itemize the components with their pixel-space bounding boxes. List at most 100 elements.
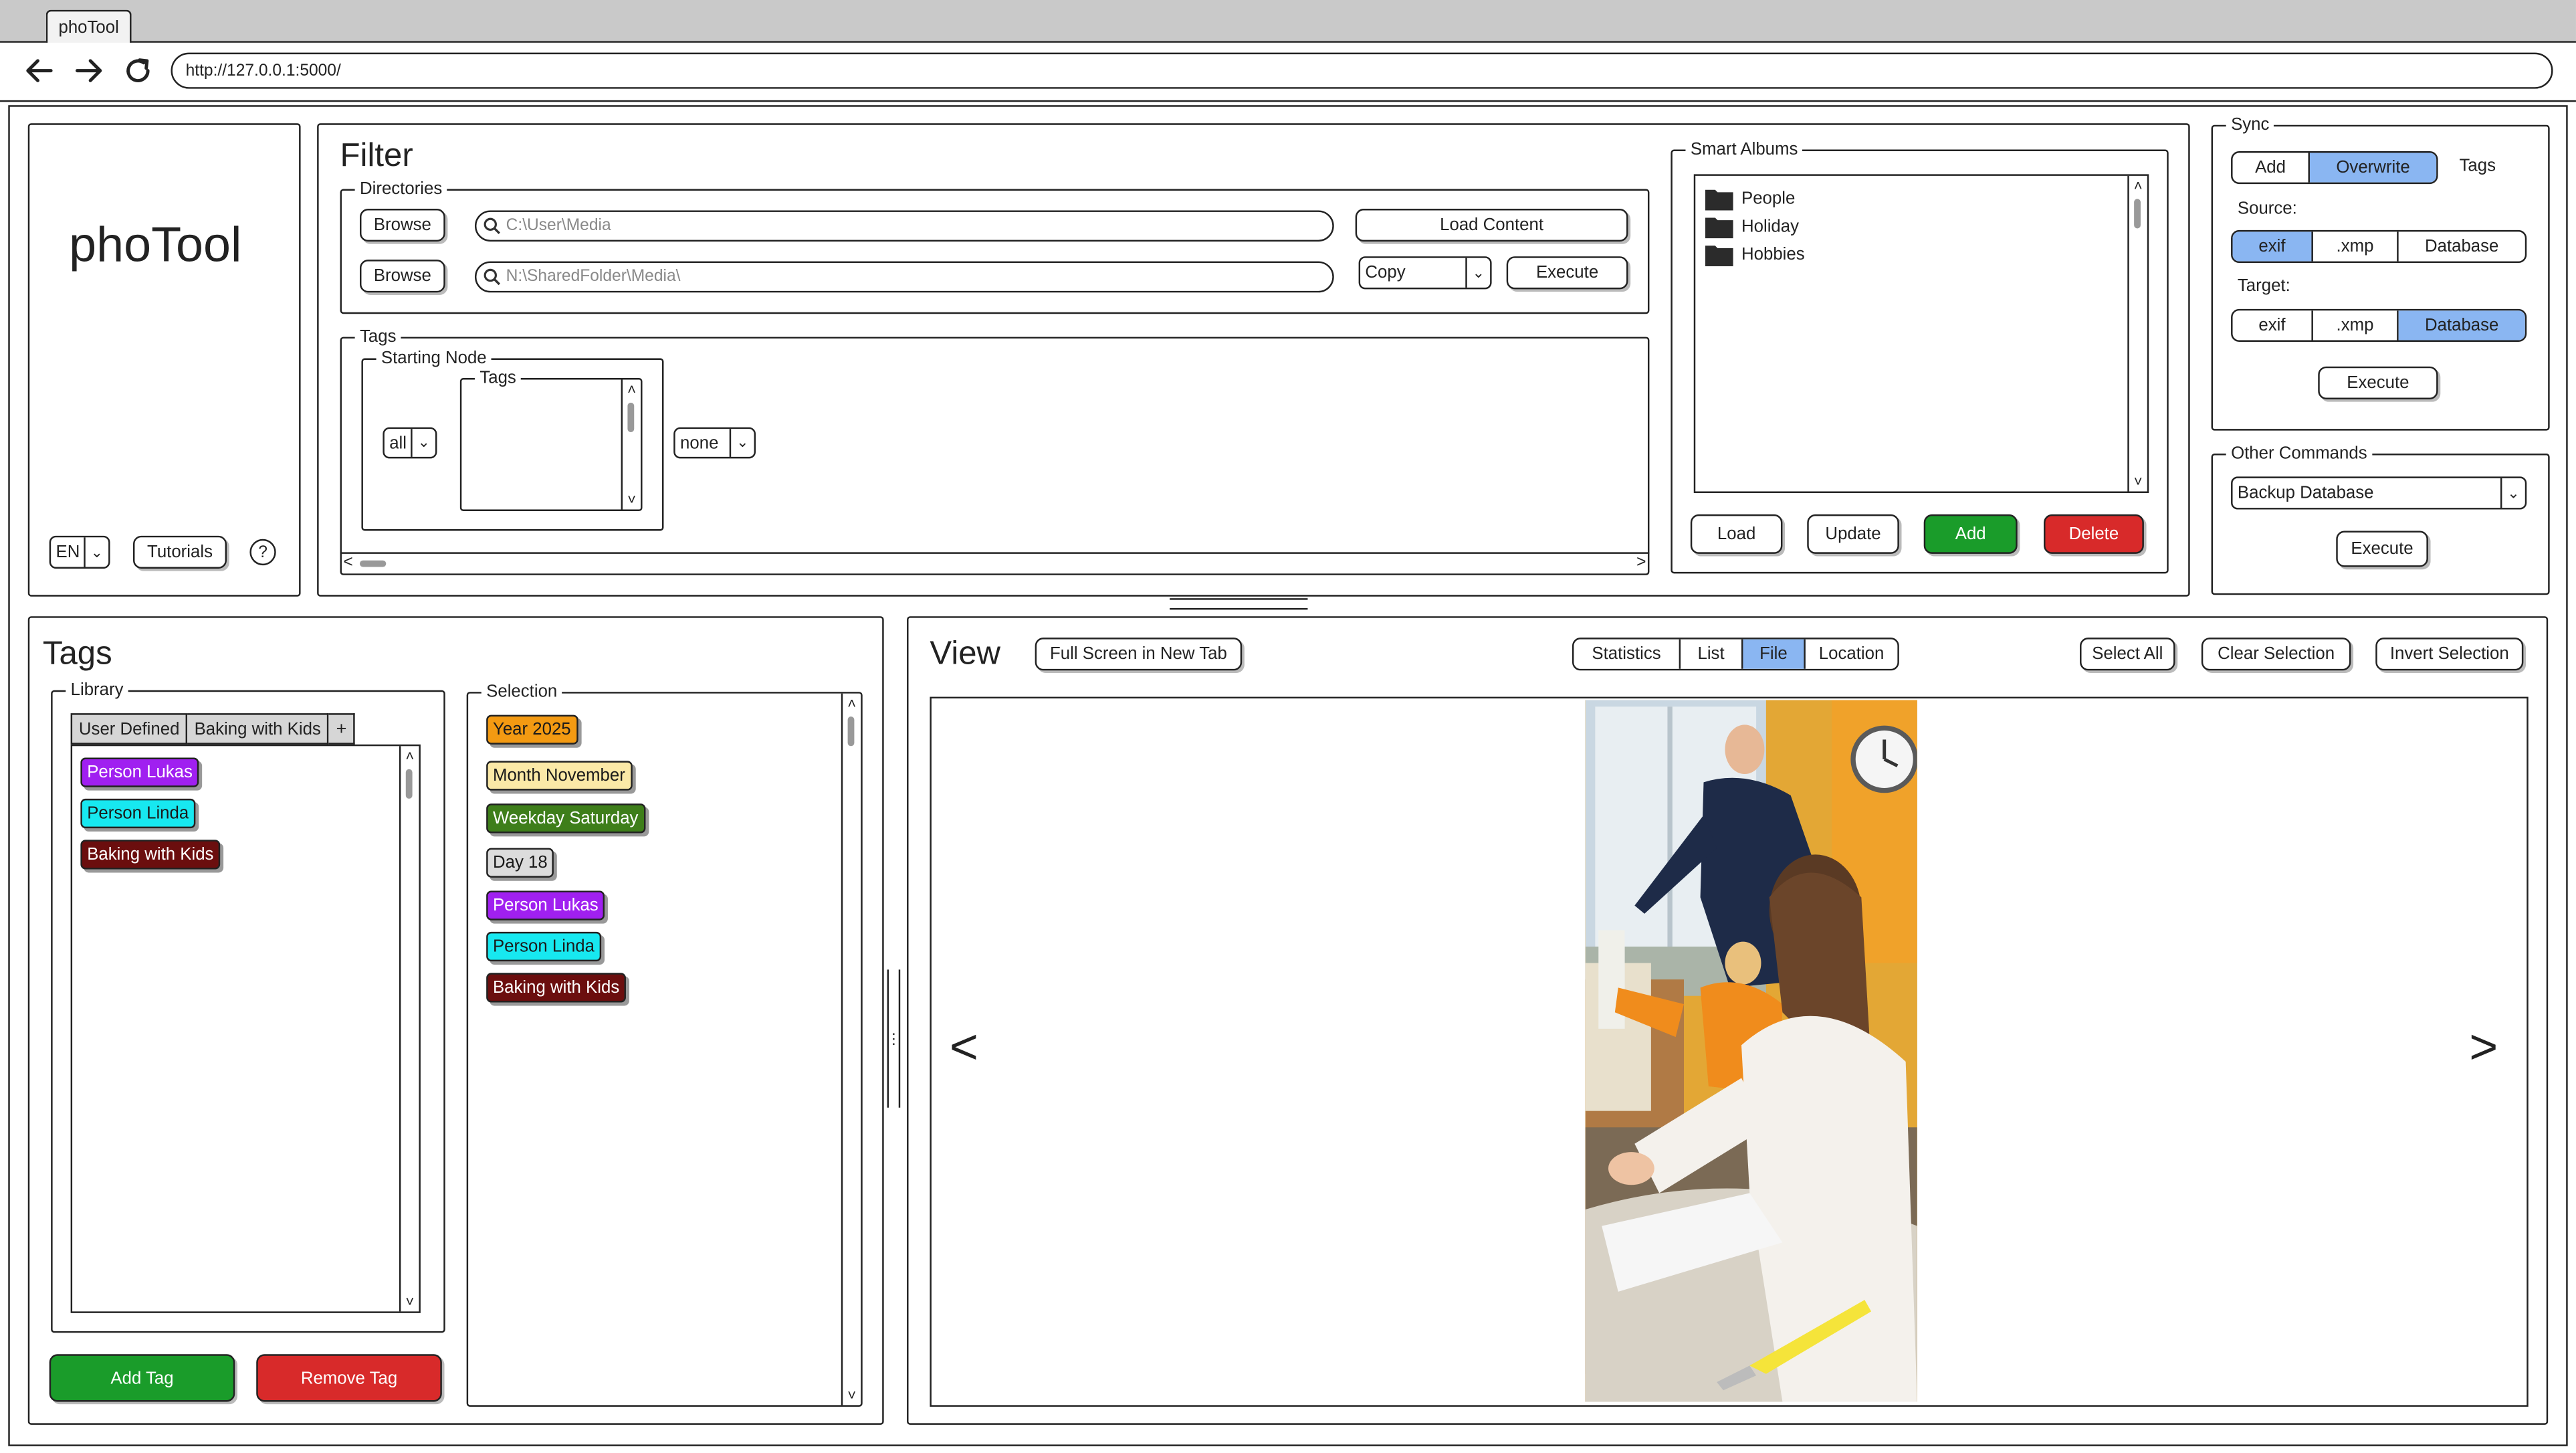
address-bar[interactable]: http://127.0.0.1:5000/ — [171, 52, 2553, 89]
load-content-button[interactable]: Load Content — [1355, 208, 1628, 242]
invert-selection-button[interactable]: Invert Selection — [2375, 638, 2524, 671]
scroll-thumb[interactable] — [847, 716, 855, 747]
selection-scrollbar[interactable]: ˄ ˅ — [841, 693, 861, 1406]
next-photo-button[interactable]: > — [2469, 1021, 2498, 1077]
other-commands-execute-button[interactable]: Execute — [2336, 530, 2428, 567]
operation-select[interactable]: Copy ⌄ — [1358, 256, 1492, 290]
remove-tag-button[interactable]: Remove Tag — [256, 1354, 442, 1402]
source-directory-input[interactable]: C:\User\Media — [474, 210, 1334, 242]
scroll-thumb[interactable] — [627, 402, 635, 433]
library-tab-user-defined[interactable]: User Defined — [70, 713, 188, 745]
scroll-down-icon[interactable]: ˅ — [843, 1387, 861, 1403]
other-commands-select[interactable]: Backup Database ⌄ — [2231, 476, 2527, 510]
selection-tag[interactable]: Baking with Kids — [486, 973, 627, 1003]
tutorials-button[interactable]: Tutorials — [132, 535, 227, 569]
target-directory-placeholder: N:\SharedFolder\Media\ — [506, 268, 681, 286]
selection-tag[interactable]: Person Lukas — [486, 890, 605, 921]
selection-tag[interactable]: Weekday Saturday — [486, 803, 645, 834]
library-tag[interactable]: Baking with Kids — [80, 840, 221, 870]
add-tag-button[interactable]: Add Tag — [49, 1354, 235, 1402]
selection-tag-label: Day 18 — [492, 852, 548, 873]
forward-arrow-icon[interactable] — [72, 54, 105, 87]
reload-icon[interactable] — [122, 54, 154, 87]
sync-source-exif[interactable]: exif — [2232, 231, 2313, 262]
horizontal-splitter-handle[interactable] — [1170, 598, 1308, 610]
view-title: View — [930, 636, 1001, 672]
help-icon[interactable]: ? — [249, 539, 276, 566]
selection-tag[interactable]: Day 18 — [486, 848, 554, 878]
directories-execute-button[interactable]: Execute — [1506, 256, 1628, 290]
album-load-button[interactable]: Load — [1690, 514, 1783, 554]
scroll-up-icon[interactable]: ˄ — [623, 381, 641, 398]
vertical-splitter-handle[interactable]: ⋮ — [886, 969, 901, 1108]
album-item-holiday[interactable]: Holiday — [1705, 213, 1799, 239]
selection-tag[interactable]: Month November — [486, 761, 632, 791]
library-tag[interactable]: Person Lukas — [80, 757, 199, 787]
scroll-right-icon[interactable]: > — [1636, 554, 1646, 572]
smart-albums-list[interactable]: People Holiday Hobbies ˄ ˅ — [1693, 174, 2149, 493]
album-item-hobbies[interactable]: Hobbies — [1705, 241, 1805, 268]
sync-mode-overwrite[interactable]: Overwrite — [2309, 153, 2437, 183]
library-scrollbar[interactable]: ˄ ˅ — [399, 746, 419, 1312]
sync-source-database[interactable]: Database — [2399, 231, 2525, 261]
library-tag[interactable]: Person Linda — [80, 798, 196, 829]
target-directory-input[interactable]: N:\SharedFolder\Media\ — [474, 261, 1334, 293]
sync-target-exif[interactable]: exif — [2233, 310, 2313, 341]
album-item-people[interactable]: People — [1705, 186, 1795, 212]
library-tab-baking-with-kids[interactable]: Baking with Kids — [187, 713, 330, 745]
scroll-thumb[interactable] — [2134, 199, 2141, 229]
album-update-button[interactable]: Update — [1807, 514, 1899, 554]
view-mode-list[interactable]: List — [1681, 639, 1743, 669]
sync-execute-button[interactable]: Execute — [2318, 366, 2438, 399]
sync-target-xmp[interactable]: .xmp — [2313, 310, 2399, 341]
scroll-down-icon[interactable]: ˅ — [623, 492, 641, 508]
scroll-down-icon[interactable]: ˅ — [2129, 474, 2147, 490]
previous-photo-button[interactable]: < — [950, 1021, 978, 1077]
back-arrow-icon[interactable] — [23, 54, 56, 87]
view-mode-location[interactable]: Location — [1806, 640, 1898, 669]
sync-source-xmp[interactable]: .xmp — [2313, 231, 2399, 262]
scroll-up-icon[interactable]: ˄ — [843, 695, 861, 712]
tag-mode-select[interactable]: none ⌄ — [673, 427, 756, 459]
library-tag-list[interactable]: ˄ ˅ — [70, 744, 421, 1313]
scroll-thumb[interactable] — [405, 769, 413, 799]
selection-tag[interactable]: Person Linda — [486, 931, 601, 962]
view-mode-toggle[interactable]: Statistics List File Location — [1572, 638, 1899, 671]
view-mode-statistics[interactable]: Statistics — [1574, 639, 1681, 669]
tags-filter-hscrollbar[interactable]: < > — [340, 552, 1650, 575]
clear-selection-button[interactable]: Clear Selection — [2201, 638, 2351, 671]
tag-scope-select[interactable]: all ⌄ — [383, 427, 437, 459]
sync-source-toggle[interactable]: exif .xmp Database — [2231, 229, 2527, 264]
starting-node-tags-list[interactable]: Tags ˄ ˅ — [459, 368, 643, 512]
scroll-up-icon[interactable]: ˄ — [401, 748, 419, 765]
sync-target-database[interactable]: Database — [2398, 310, 2525, 341]
scroll-up-icon[interactable]: ˄ — [2129, 177, 2147, 194]
selection-tag[interactable]: Year 2025 — [486, 714, 578, 745]
sync-mode-add[interactable]: Add — [2233, 153, 2310, 183]
starting-node-scrollbar[interactable]: ˄ ˅ — [621, 379, 641, 510]
library-tab-add[interactable]: + — [329, 713, 356, 745]
language-select[interactable]: EN ⌄ — [49, 535, 110, 569]
scroll-down-icon[interactable]: ˅ — [401, 1293, 419, 1310]
browse-target-button[interactable]: Browse — [359, 260, 445, 293]
sync-source-label: Source: — [2237, 199, 2297, 219]
smart-albums-scrollbar[interactable]: ˄ ˅ — [2127, 175, 2147, 492]
view-mode-file[interactable]: File — [1743, 639, 1806, 669]
library-legend: Library — [66, 680, 128, 700]
browser-tab[interactable]: phoTool — [45, 9, 132, 45]
select-all-button[interactable]: Select All — [2080, 638, 2175, 671]
album-add-button[interactable]: Add — [1923, 514, 2018, 554]
chevron-down-icon: ⌄ — [729, 429, 754, 457]
scroll-thumb[interactable] — [359, 560, 387, 567]
search-icon — [483, 268, 501, 286]
sync-mode-toggle[interactable]: Add Overwrite — [2231, 151, 2438, 185]
scroll-left-icon[interactable]: < — [343, 554, 352, 572]
sync-target-toggle[interactable]: exif .xmp Database — [2231, 308, 2527, 342]
full-screen-button[interactable]: Full Screen in New Tab — [1035, 638, 1243, 671]
current-photo[interactable] — [1585, 700, 1917, 1402]
folder-icon — [1705, 189, 1733, 211]
browse-source-button[interactable]: Browse — [359, 208, 445, 242]
selection-tag-label: Month November — [492, 765, 625, 786]
album-delete-button[interactable]: Delete — [2044, 514, 2144, 554]
album-label: Holiday — [1741, 217, 1800, 237]
